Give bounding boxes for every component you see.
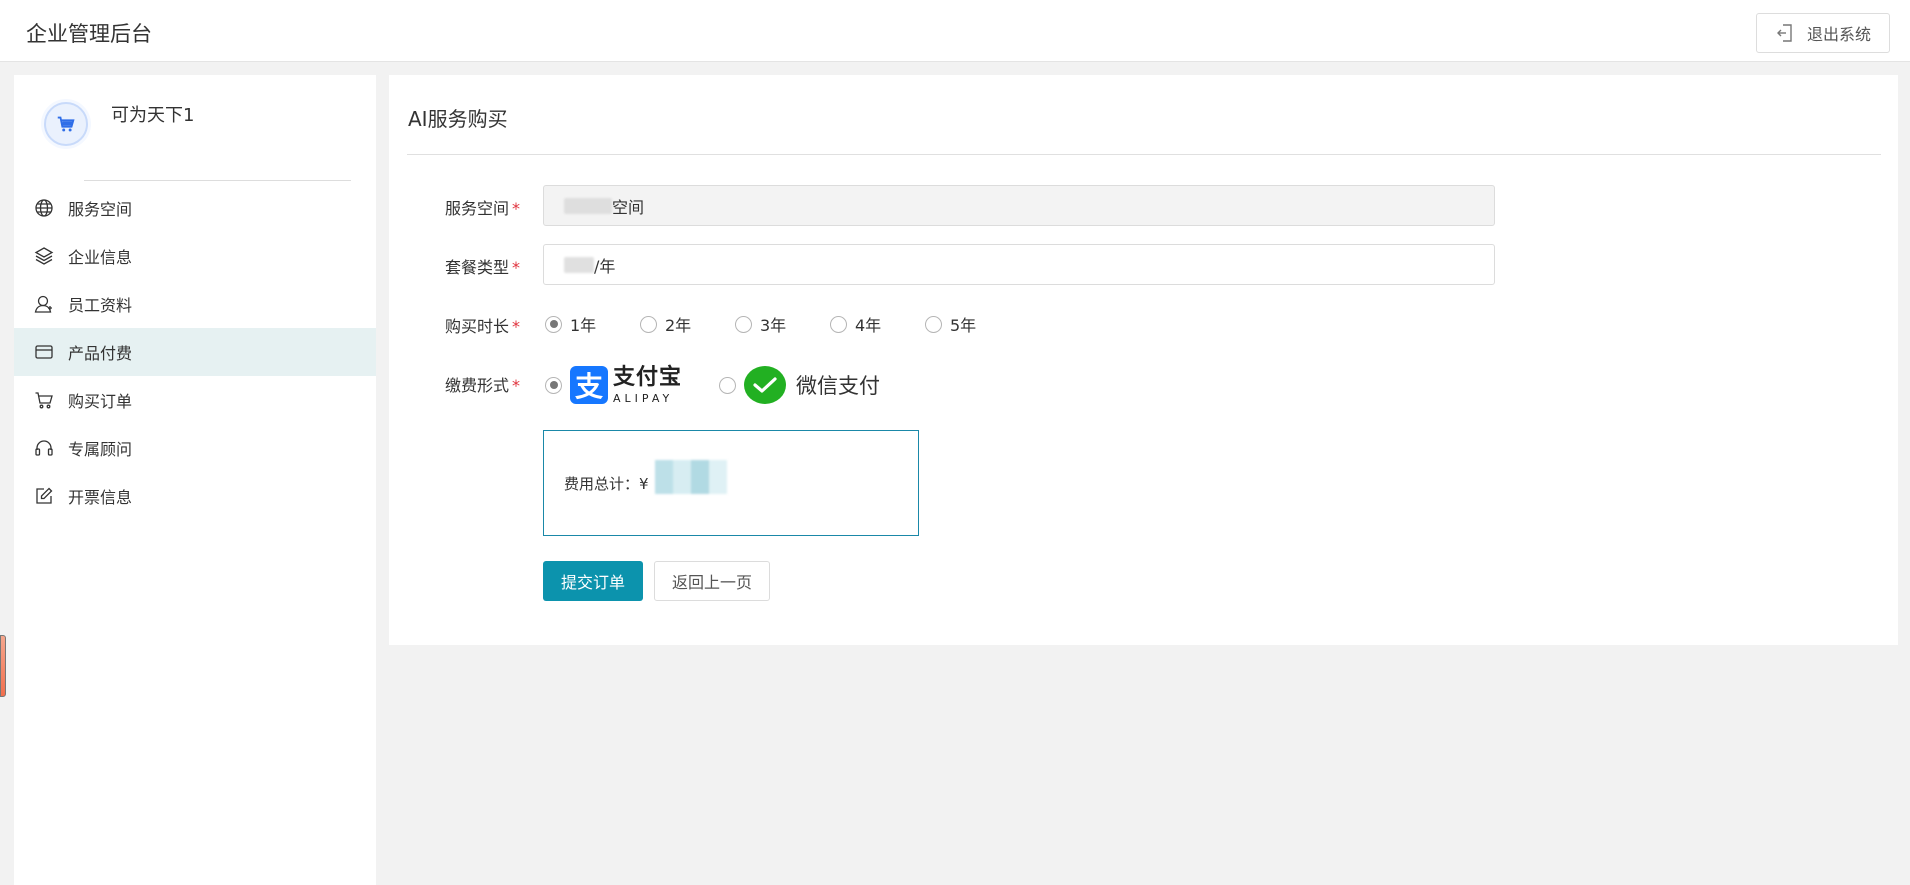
sidebar-item-label: 开票信息 bbox=[68, 488, 133, 507]
alipay-wordmark: 支付宝 ALIPAY bbox=[613, 364, 683, 405]
sidebar-item-label: 产品付费 bbox=[68, 344, 133, 363]
payment-option-alipay[interactable]: 支 支付宝 ALIPAY bbox=[545, 366, 695, 404]
duration-option-1[interactable]: 1年 bbox=[545, 312, 640, 336]
redacted-text bbox=[564, 197, 612, 214]
space-label-text: 服务空间 bbox=[444, 199, 509, 218]
required-mark: * bbox=[512, 258, 520, 277]
logout-label: 退出系统 bbox=[1806, 25, 1871, 44]
back-button[interactable]: 返回上一页 bbox=[654, 561, 770, 601]
cart-icon bbox=[35, 392, 53, 409]
required-mark: * bbox=[512, 376, 520, 395]
radio-unchecked[interactable] bbox=[925, 315, 942, 333]
radio-unchecked[interactable] bbox=[735, 315, 752, 333]
service-space-field: 空间 bbox=[543, 185, 1495, 226]
main-panel: AI服务购买 服务空间 * 空间 套餐类型 * /年 购买时长 * 1年 2年 3年 bbox=[389, 75, 1898, 645]
sidebar-item-service-space[interactable]: 服务空间 bbox=[14, 184, 376, 232]
divider bbox=[84, 180, 351, 181]
duration-option-label: 3年 bbox=[760, 316, 787, 335]
wechat-pay-icon bbox=[744, 366, 786, 404]
alipay-logo: 支 支付宝 ALIPAY bbox=[570, 366, 682, 404]
top-header: 企业管理后台 退出系统 bbox=[0, 0, 1910, 62]
payment-option-wechat[interactable]: 微信支付 bbox=[719, 366, 880, 404]
redacted-amount bbox=[654, 460, 727, 494]
sidebar-item-orders[interactable]: 购买订单 bbox=[14, 376, 376, 424]
edit-icon bbox=[36, 487, 53, 504]
duration-option-2[interactable]: 2年 bbox=[640, 312, 735, 336]
payment-radio-group: 支 支付宝 ALIPAY 微信支付 bbox=[545, 366, 880, 404]
sidebar: 可为天下1 服务空间 企业信息 员工资料 产品付费 购买订单 专属顾问 开票信息 bbox=[14, 75, 376, 885]
service-space-value: 空间 bbox=[612, 197, 645, 217]
profile-name: 可为天下1 bbox=[111, 105, 195, 126]
sidebar-item-label: 购买订单 bbox=[68, 392, 133, 411]
radio-checked[interactable] bbox=[545, 315, 562, 333]
radio-unchecked[interactable] bbox=[830, 315, 847, 333]
alipay-icon: 支 bbox=[570, 366, 608, 404]
sidebar-item-advisor[interactable]: 专属顾问 bbox=[14, 424, 376, 472]
layers-icon bbox=[34, 247, 54, 265]
sidebar-item-label: 服务空间 bbox=[68, 200, 133, 219]
sidebar-item-staff[interactable]: 员工资料 bbox=[14, 280, 376, 328]
duration-option-label: 1年 bbox=[570, 316, 597, 335]
duration-radio-group: 1年 2年 3年 4年 5年 bbox=[545, 312, 1020, 336]
duration-label: 购买时长 * bbox=[400, 313, 520, 337]
duration-option-3[interactable]: 3年 bbox=[735, 312, 830, 336]
logout-button[interactable]: 退出系统 bbox=[1756, 13, 1890, 53]
radio-checked[interactable] bbox=[545, 376, 562, 394]
sidebar-item-invoice[interactable]: 开票信息 bbox=[14, 472, 376, 520]
avatar bbox=[44, 102, 88, 146]
redacted-text bbox=[564, 256, 594, 273]
wechat-logo: 微信支付 bbox=[744, 366, 880, 404]
submit-order-button[interactable]: 提交订单 bbox=[543, 561, 643, 601]
payment-label: 缴费形式 * bbox=[400, 372, 520, 396]
payment-label-text: 缴费形式 bbox=[444, 376, 509, 395]
user-icon bbox=[34, 295, 52, 313]
total-box: 费用总计：¥ bbox=[543, 430, 919, 536]
space-label: 服务空间 * bbox=[400, 195, 520, 219]
radio-unchecked[interactable] bbox=[640, 315, 657, 333]
cart-icon bbox=[57, 116, 75, 132]
globe-icon bbox=[35, 199, 53, 217]
required-mark: * bbox=[512, 317, 520, 336]
app-title: 企业管理后台 bbox=[26, 22, 152, 46]
credit-card-icon bbox=[35, 345, 53, 359]
alipay-cn-text: 支付宝 bbox=[613, 364, 683, 390]
total-label: 费用总计：¥ bbox=[564, 474, 649, 493]
divider bbox=[407, 154, 1881, 155]
plan-label: 套餐类型 * bbox=[400, 254, 520, 278]
sidebar-item-product-payment[interactable]: 产品付费 bbox=[14, 328, 376, 376]
profile-card: 可为天下1 bbox=[14, 75, 376, 181]
logout-icon bbox=[1776, 24, 1792, 42]
duration-label-text: 购买时长 bbox=[444, 317, 509, 336]
sidebar-item-label: 员工资料 bbox=[68, 296, 133, 315]
plan-type-field[interactable]: /年 bbox=[543, 244, 1495, 285]
alipay-en-text: ALIPAY bbox=[613, 391, 674, 405]
plan-type-value: /年 bbox=[594, 256, 616, 276]
sidebar-item-label: 企业信息 bbox=[68, 248, 133, 267]
required-mark: * bbox=[512, 199, 520, 218]
duration-option-5[interactable]: 5年 bbox=[925, 312, 1020, 336]
duration-option-label: 2年 bbox=[665, 316, 692, 335]
duration-option-label: 5年 bbox=[950, 316, 977, 335]
sidebar-item-company-info[interactable]: 企业信息 bbox=[14, 232, 376, 280]
radio-unchecked[interactable] bbox=[719, 376, 736, 394]
duration-option-4[interactable]: 4年 bbox=[830, 312, 925, 336]
plan-label-text: 套餐类型 bbox=[444, 258, 509, 277]
floating-side-tab[interactable] bbox=[0, 635, 6, 697]
duration-option-label: 4年 bbox=[855, 316, 882, 335]
checkmark-icon bbox=[753, 377, 777, 393]
sidebar-menu: 服务空间 企业信息 员工资料 产品付费 购买订单 专属顾问 开票信息 bbox=[14, 184, 376, 520]
page-title: AI服务购买 bbox=[408, 107, 508, 131]
sidebar-item-label: 专属顾问 bbox=[68, 440, 133, 459]
wechat-pay-label: 微信支付 bbox=[796, 374, 880, 398]
headset-icon bbox=[35, 440, 53, 456]
